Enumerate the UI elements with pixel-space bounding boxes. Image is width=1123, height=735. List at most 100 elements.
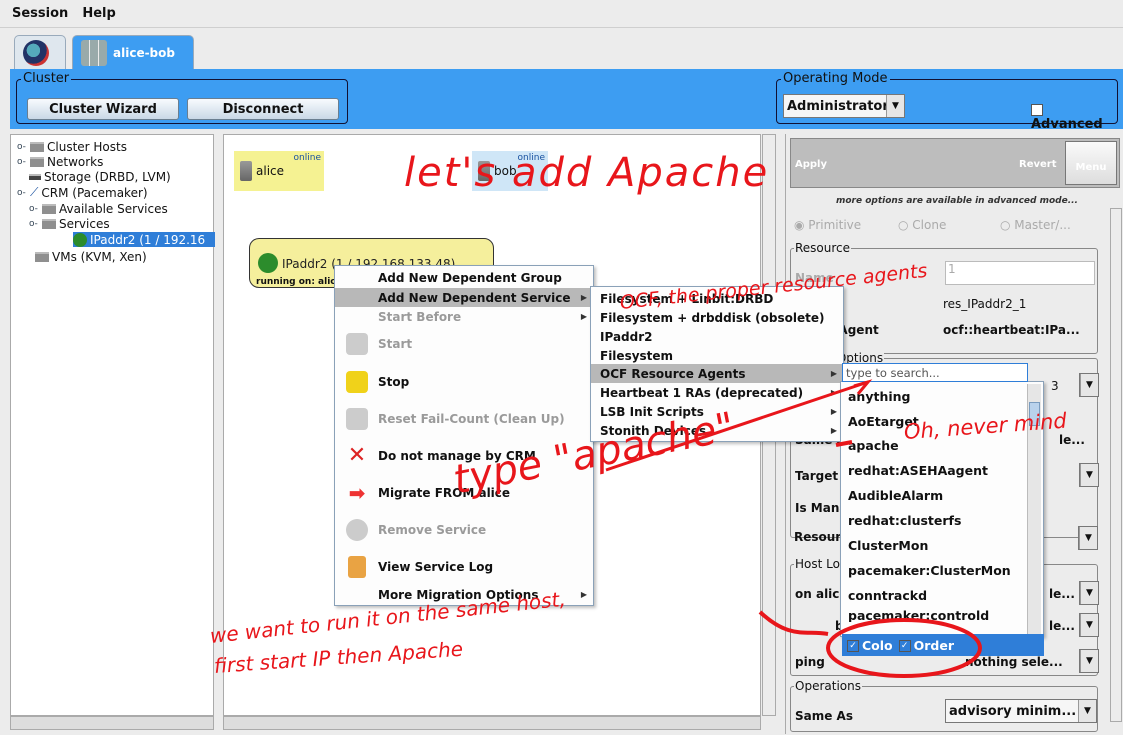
tree-horizontal-scrollbar[interactable] [10,716,214,730]
menu-item-stop[interactable]: Stop [335,370,593,393]
expand-icon[interactable]: o- [17,157,27,167]
advanced-toggle[interactable]: Advanced [1031,102,1117,132]
collapse-icon[interactable]: ο- [29,219,39,229]
graph-horizontal-scrollbar[interactable] [223,716,761,730]
disconnect-button[interactable]: Disconnect [187,98,339,120]
menu-item-add-dependent-group[interactable]: Add New Dependent Group [335,268,593,287]
agent-label: anything [848,389,911,404]
expand-icon[interactable]: o- [29,204,39,214]
menu-item-remove-service[interactable]: Remove Service [335,518,593,541]
resource-select[interactable]: ▼ [1078,526,1098,550]
stickiness-select[interactable]: ▼ [1079,373,1099,397]
reset-icon [345,407,369,431]
agent-item[interactable]: conntrackd [841,583,1043,608]
tree-item-ipaddr2[interactable]: IPaddr2 (1 / 192.16 [73,232,215,247]
submenu-item-heartbeat[interactable]: Heartbeat 1 RAs (deprecated) ▶ [591,383,843,402]
resource-stickiness-value: 3 [1051,379,1059,393]
order-toggle[interactable]: ✓ Order [898,637,955,653]
menu-session[interactable]: Session [12,6,68,21]
revert-button[interactable]: Revert [1019,159,1057,170]
chevron-down-icon: ▼ [1078,700,1096,722]
colo-label: Colo [862,637,893,653]
host-locations-title: Host Lo [794,557,841,571]
expand-icon[interactable]: o- [17,142,27,152]
master-radio[interactable]: ○ Master/... [1000,218,1071,232]
agent-search-input[interactable]: type to search... [842,363,1028,382]
colo-toggle[interactable]: ✓ Colo [847,638,893,653]
agent-item[interactable]: redhat:ASEHAagent [841,458,1043,483]
menu-item-view-log[interactable]: View Service Log [335,555,593,578]
tree-item-available-services[interactable]: o- Available Services [29,201,168,216]
menu-item-add-dependent-service[interactable]: Add New Dependent Service ▶ [335,288,593,307]
advanced-mode-hint: more options are available in advanced m… [836,196,1078,206]
menu-item-label: View Service Log [378,559,494,574]
tree-item-networks[interactable]: o- Networks [17,154,103,169]
colo-checkbox[interactable]: ✓ [847,640,859,652]
agent-item[interactable]: redhat:clusterfs [841,508,1043,533]
start-icon [345,332,369,356]
operating-mode-title: Operating Mode [781,71,890,86]
order-checkbox[interactable]: ✓ [898,640,911,652]
host-alice[interactable]: alice online [234,151,324,191]
agent-item[interactable]: pacemaker:ClusterMon [841,558,1043,583]
menu-item-label: Add New Dependent Service [378,290,571,305]
agent-item[interactable]: pacemaker:controld [841,608,1043,622]
target-role-select[interactable]: ▼ [1079,463,1099,487]
menu-item-label: Start Before [378,309,462,324]
running-service-icon [73,232,87,247]
clone-radio[interactable]: ○ Clone [898,218,946,232]
apply-button[interactable]: Apply [795,159,827,170]
menu-help[interactable]: Help [82,6,115,21]
agent-item[interactable]: AudibleAlarm [841,483,1043,508]
menu-item-reset-fail-count[interactable]: Reset Fail-Count (Clean Up) [335,407,593,431]
chevron-down-icon: ▼ [1080,582,1098,604]
menu-item-label: Start [378,336,413,351]
tree-item-storage[interactable]: Storage (DRBD, LVM) [29,169,171,184]
on-alice-value: le... [1049,587,1075,601]
on-bob-select[interactable]: ▼ [1079,613,1099,637]
collapse-icon[interactable]: ο- [17,188,27,198]
tree-item-vms[interactable]: VMs (KVM, Xen) [35,249,147,264]
folder-icon [35,251,49,262]
menu-item-label: Add New Dependent Group [378,270,562,285]
tab-bar: alice-bob [0,29,1123,69]
agent-item[interactable]: anything [841,384,1043,409]
submenu-item-ocf[interactable]: OCF Resource Agents ▶ [591,364,843,383]
advanced-checkbox[interactable] [1031,103,1043,116]
menu-item-start[interactable]: Start [335,332,593,356]
tab-cluster[interactable]: alice-bob [72,35,194,69]
menu-button[interactable]: Menu [1065,141,1117,185]
tab-home[interactable] [14,35,66,69]
resource-group-title: Resource [794,241,852,255]
submenu-item-filesystem[interactable]: Filesystem [591,346,843,365]
chevron-down-icon: ▼ [886,95,904,117]
menu-item-label: Remove Service [378,522,487,537]
agent-search-placeholder: type to search... [846,365,940,380]
on-alice-select[interactable]: ▼ [1079,581,1099,605]
primitive-radio[interactable]: ◉ Primitive [794,218,861,232]
tree-item-services[interactable]: ο- Services [29,216,110,231]
operations-same-as-select[interactable]: advisory minim... ▼ [945,699,1097,723]
target-role-label: Target [795,469,839,483]
tree-item-crm[interactable]: ο- ⟋ CRM (Pacemaker) [17,185,148,200]
agent-item[interactable]: ClusterMon [841,533,1043,558]
submenu-arrow-icon: ▶ [830,426,837,435]
agent-label: apache [848,438,899,453]
submenu-arrow-icon: ▶ [580,312,587,321]
clone-label: Clone [912,218,947,232]
properties-toolbar: Apply Revert Menu [790,138,1120,188]
operating-mode-select[interactable]: Administrator ▼ [783,94,905,118]
menu-item-start-before[interactable]: Start Before ▶ [335,307,593,326]
properties-vertical-scrollbar[interactable] [1110,208,1122,722]
cluster-wizard-button[interactable]: Cluster Wizard [27,98,179,120]
tree-item-cluster-hosts[interactable]: o- Cluster Hosts [17,139,127,154]
chevron-down-icon: ▼ [1080,650,1098,672]
name-field[interactable]: 1 [945,261,1095,285]
service-context-menu: Add New Dependent Group Add New Dependen… [334,265,594,606]
ping-select[interactable]: ▼ [1079,649,1099,673]
tree-label: Networks [47,154,104,169]
order-label: Order [913,637,955,653]
agent-label: redhat:clusterfs [848,513,962,528]
chevron-down-icon: ▼ [1080,614,1098,636]
submenu-item-ipaddr2[interactable]: IPaddr2 [591,327,843,346]
